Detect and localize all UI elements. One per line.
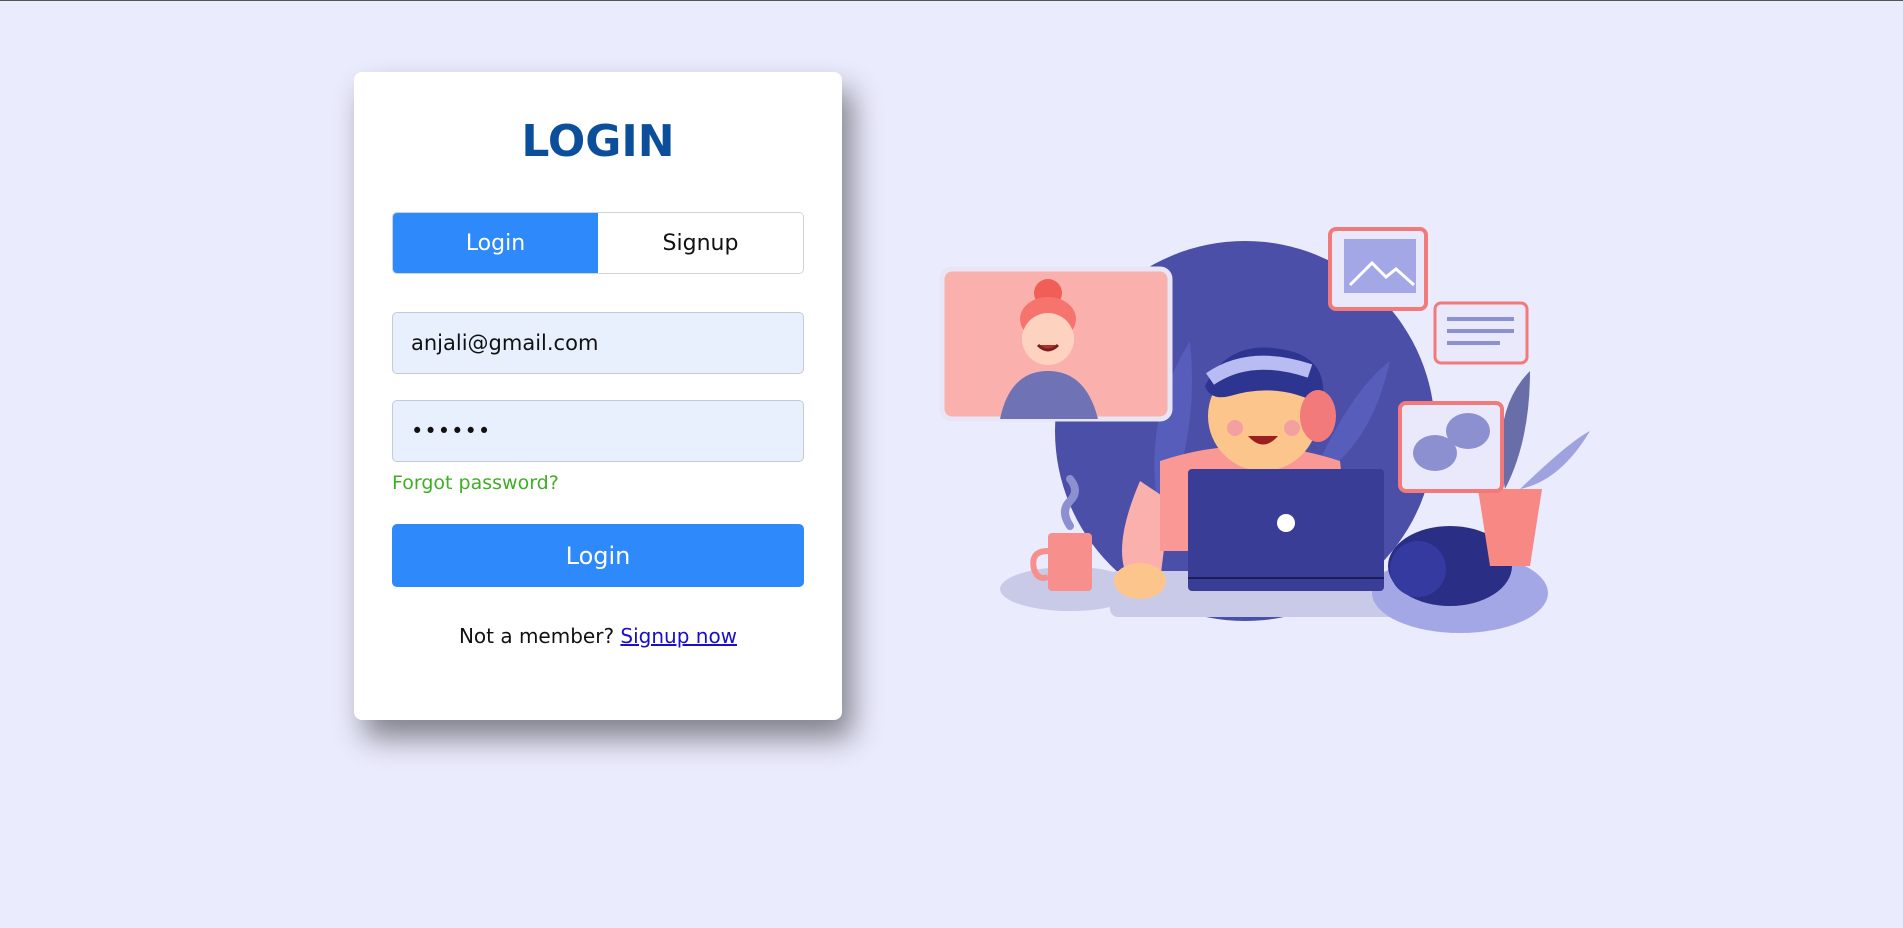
cat-head	[1390, 541, 1446, 597]
tab-login[interactable]: Login	[393, 213, 598, 273]
headphone-icon	[1300, 390, 1336, 442]
laptop-logo	[1277, 514, 1295, 532]
video-person-smile	[1036, 343, 1060, 352]
login-card: LOGIN Login Signup Forgot password? Logi…	[354, 72, 842, 720]
forgot-password-link[interactable]: Forgot password?	[392, 472, 559, 494]
login-button[interactable]: Login	[392, 524, 804, 587]
not-member-text: Not a member?	[458, 624, 621, 648]
signup-prompt: Not a member? Signup now	[354, 624, 842, 648]
hand	[1114, 563, 1166, 599]
page-title: LOGIN	[521, 116, 675, 167]
image-icon	[1344, 239, 1416, 293]
plant-leaf-icon	[1500, 371, 1530, 489]
page: LOGIN Login Signup Forgot password? Logi…	[0, 0, 1903, 928]
coffee-mug-icon	[1048, 533, 1092, 591]
password-field[interactable]	[392, 400, 804, 462]
signup-now-link[interactable]: Signup now	[620, 624, 737, 648]
person-cheek-2	[1284, 420, 1300, 436]
auth-tabs: Login Signup	[392, 212, 804, 274]
email-field[interactable]	[392, 312, 804, 374]
chat-bubble-2	[1446, 413, 1490, 449]
person-cheek	[1227, 420, 1243, 436]
plant-leaf-icon-2	[1520, 431, 1590, 489]
video-person-face	[1022, 313, 1074, 365]
hero-illustration	[939, 227, 1590, 633]
tab-signup[interactable]: Signup	[598, 213, 803, 273]
